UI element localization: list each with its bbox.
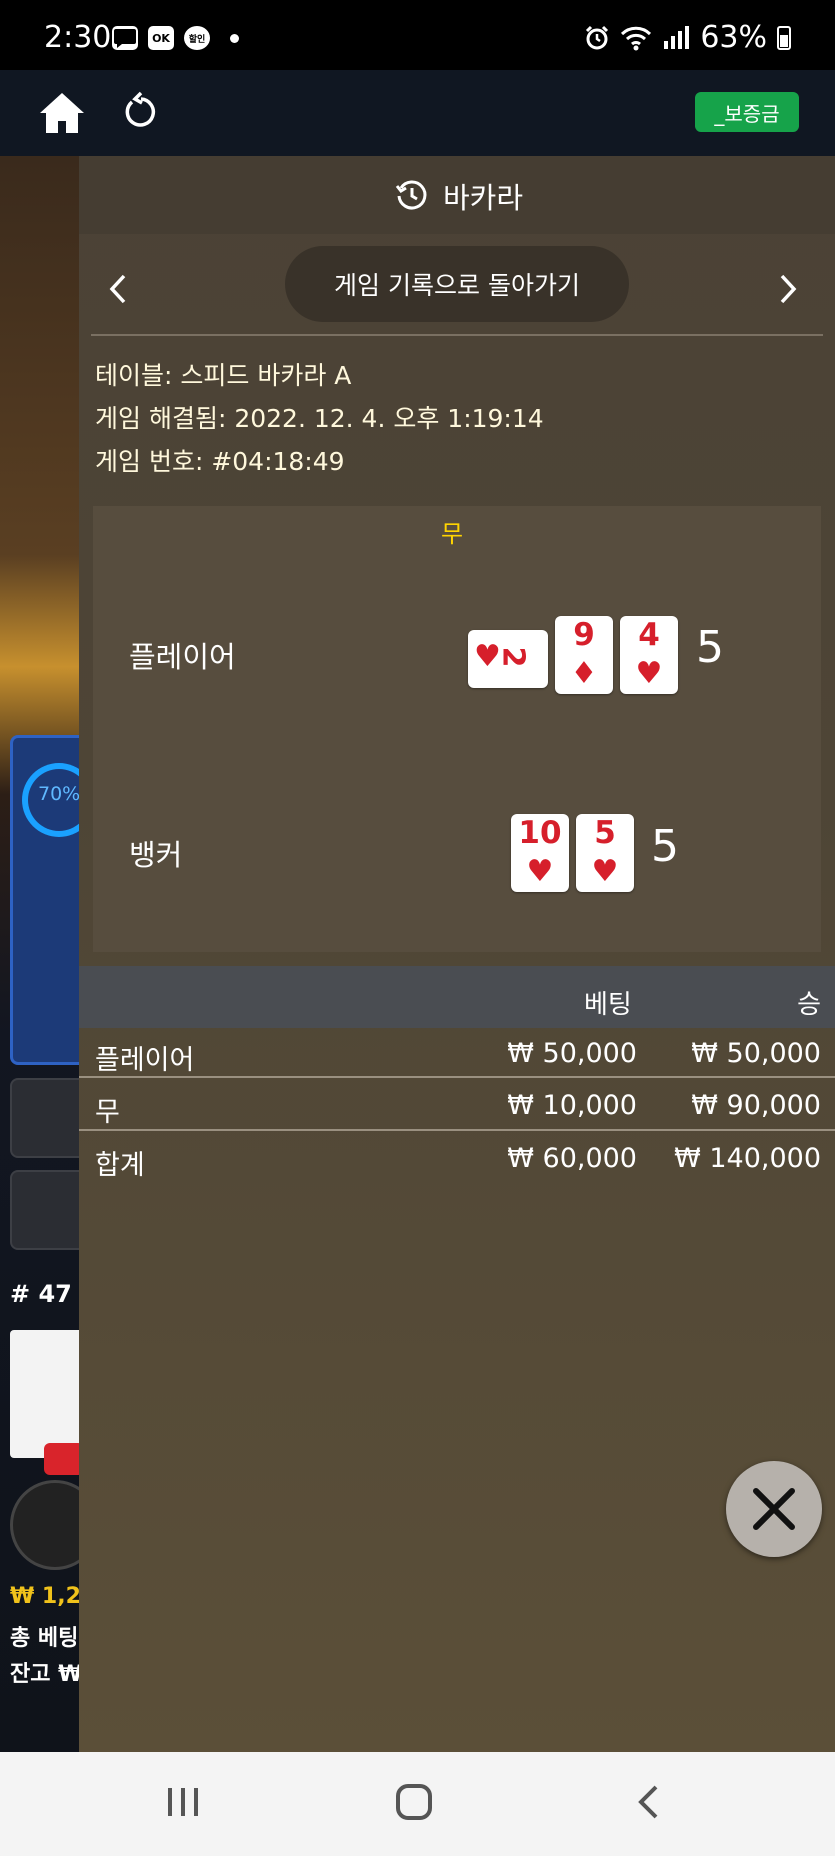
deposit-button[interactable]: _보증금 [695,92,799,132]
win-amount: ₩ 90,000 [691,1090,821,1121]
background-percent: 70% [38,783,81,805]
bet-row: 플레이어 ₩ 50,000 ₩ 50,000 [79,1028,835,1081]
resolved-time: 게임 해결됨: 2022. 12. 4. 오후 1:19:14 [95,404,544,433]
player-label: 플레이어 [129,640,236,674]
banker-score: 5 [651,821,679,872]
playing-card: 4 ♥ [620,616,678,694]
overlay-header: 바카라 [79,156,835,234]
card-suit: ♥ [526,854,554,889]
bet-name: 플레이어 [95,1045,195,1076]
card-rank: 4 [638,617,660,653]
bets-header-win: 승 [797,990,821,1020]
card-rank: 9 [573,617,595,653]
playing-card: 9 ♦ [555,616,613,694]
card-suit: ♥ [474,639,501,674]
battery-percent: 63% [700,20,767,55]
status-time: 2:30 [44,20,112,55]
card-rank: 5 [594,815,616,851]
bets-header: 베팅 승 [79,966,835,1028]
status-bar: 2:30 OK 할인 63% [0,0,835,70]
system-nav-bar [0,1752,835,1856]
wifi-icon [621,26,652,50]
bet-name: 합계 [95,1150,145,1181]
alarm-icon [586,25,609,49]
row-divider [79,1076,835,1078]
result-box [93,506,821,952]
bet-amount: ₩ 50,000 [507,1038,637,1069]
playing-card: 2 ♥ [468,630,548,688]
card-rank: 10 [518,815,562,851]
notification-icons: OK 할인 [112,26,239,50]
battery-icon [777,25,791,50]
home-icon[interactable] [38,90,86,136]
history-icon [395,180,427,210]
card-suit: ♥ [635,656,663,691]
ok-cashbag-icon: OK [148,26,174,50]
background-round-number: # 47 [10,1280,72,1308]
banker-label: 뱅커 [129,838,183,872]
row-divider [79,1129,835,1131]
background-balance: ₩ 1,2 [10,1584,81,1609]
playing-card: 5 ♥ [576,814,634,892]
bet-row: 무 ₩ 10,000 ₩ 90,000 [79,1080,835,1133]
card-suit: ♥ [591,854,619,889]
player-score: 5 [696,622,724,673]
system-icons: 63% [584,20,791,55]
table-name: 테이블: 스피드 바카라 A [95,361,352,390]
bet-amount: ₩ 60,000 [507,1143,637,1174]
result-label: 무 [441,520,464,548]
recent-apps-icon[interactable] [166,1786,200,1818]
chevron-left-icon[interactable] [107,272,129,306]
signal-icon [664,25,690,49]
app-header: _보증금 [0,70,835,156]
background-total-bet: 총 베팅 [10,1626,79,1651]
bet-name: 무 [95,1097,120,1128]
close-icon [753,1488,795,1530]
win-amount: ₩ 50,000 [691,1038,821,1069]
overlay-title: 바카라 [443,181,524,215]
message-icon [112,26,138,50]
refresh-icon[interactable] [122,90,160,134]
game-number: 게임 번호: #04:18:49 [95,447,345,476]
win-amount: ₩ 140,000 [674,1143,821,1174]
bet-total-row: 합계 ₩ 60,000 ₩ 140,000 [79,1133,835,1186]
history-overlay: 바카라 게임 기록으로 돌아가기 테이블: 스피드 바카라 A 게임 해결됨: … [79,156,835,1752]
bets-header-bet: 베팅 [584,990,632,1020]
home-nav-icon[interactable] [396,1784,432,1820]
bet-amount: ₩ 10,000 [507,1090,637,1121]
card-suit: ♦ [570,656,598,691]
divider [91,334,823,336]
chevron-right-icon[interactable] [777,272,799,306]
playing-card: 10 ♥ [511,814,569,892]
discount-icon: 할인 [184,26,210,50]
background-balance-label: 잔고 ₩ [10,1662,83,1687]
back-nav-icon[interactable] [636,1784,660,1820]
dot-icon [230,33,239,43]
new-badge [44,1443,84,1475]
close-button[interactable] [726,1461,822,1557]
back-to-history-button[interactable]: 게임 기록으로 돌아가기 [285,246,629,322]
